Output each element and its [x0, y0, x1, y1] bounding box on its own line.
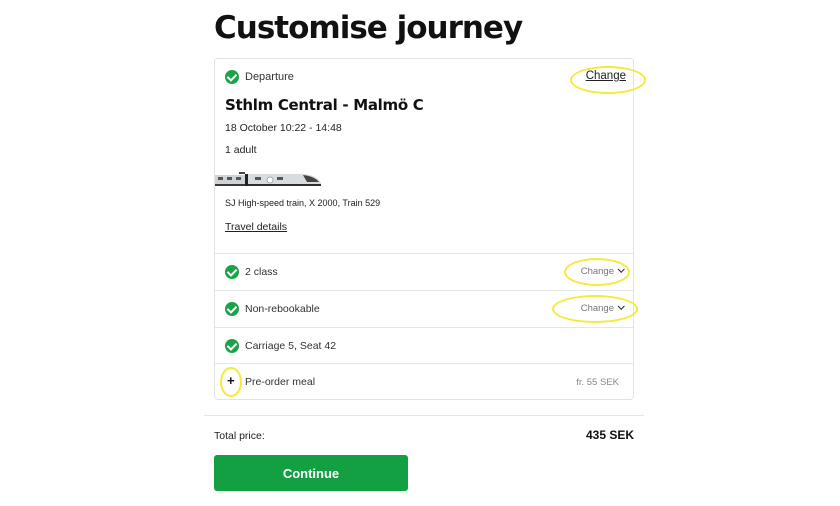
passenger-count: 1 adult	[225, 144, 257, 156]
divider	[204, 415, 644, 416]
route-title: Sthlm Central - Malmö C	[225, 96, 424, 114]
train-description: SJ High-speed train, X 2000, Train 529	[225, 198, 381, 208]
class-label: 2 class	[245, 266, 278, 278]
check-circle-icon	[225, 70, 239, 84]
highlight-circle	[552, 295, 638, 323]
check-circle-icon	[225, 339, 239, 353]
highlight-circle	[564, 258, 630, 286]
check-circle-icon	[225, 265, 239, 279]
seat-label: Carriage 5, Seat 42	[245, 340, 337, 352]
rebooking-label: Non-rebookable	[245, 303, 320, 315]
highlight-circle	[220, 367, 242, 397]
journey-card: Departure Change Sthlm Central - Malmö C…	[214, 58, 634, 400]
highlight-circle	[570, 66, 646, 94]
train-image	[215, 172, 321, 186]
meal-price: fr. 55 SEK	[576, 377, 619, 388]
meal-option-row[interactable]: + Pre-order meal fr. 55 SEK	[215, 363, 633, 400]
total-price-value: 435 SEK	[585, 428, 634, 442]
total-price-label: Total price:	[214, 430, 265, 442]
meal-label: Pre-order meal	[245, 376, 316, 388]
page-title: Customise journey	[214, 10, 523, 46]
departure-label: Departure	[245, 71, 294, 83]
departure-datetime: 18 October 10:22 - 14:48	[225, 122, 342, 134]
seat-option-row: Carriage 5, Seat 42	[215, 327, 633, 364]
continue-button[interactable]: Continue	[214, 455, 408, 491]
check-circle-icon	[225, 302, 239, 316]
travel-details-link[interactable]: Travel details	[225, 221, 287, 233]
